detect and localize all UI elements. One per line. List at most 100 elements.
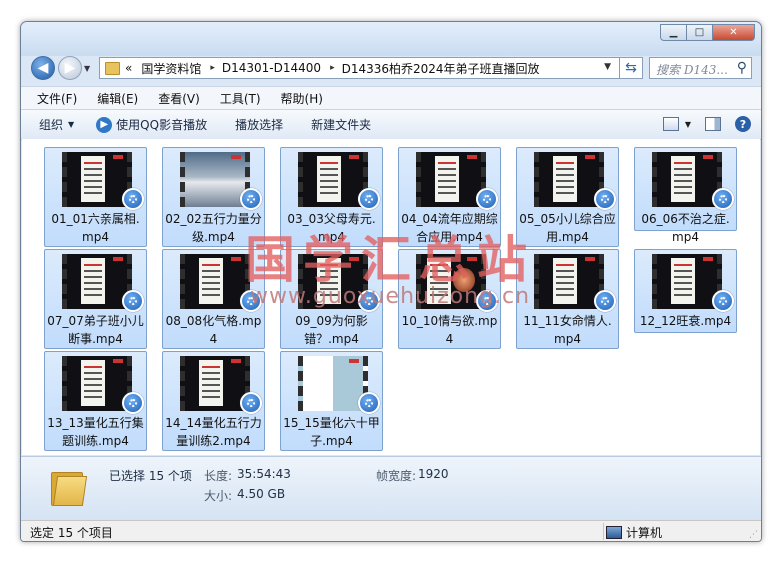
breadcrumb-separator[interactable]: ▸ [210,63,215,73]
menu-file[interactable]: 文件(F) [37,90,77,107]
qq-player-badge-icon [122,392,144,414]
qq-player-badge-icon [358,188,380,210]
qq-player-badge-icon [122,290,144,312]
details-selected-count: 已选择 15 个项 [109,469,192,483]
qq-player-badge-icon [476,290,498,312]
resize-grip-icon[interactable]: ⋰ [749,530,758,540]
help-icon[interactable]: ? [735,116,751,132]
qq-player-badge-icon [594,290,616,312]
qq-player-badge-icon [358,290,380,312]
chevron-down-icon[interactable]: ▼ [685,120,691,129]
preview-pane-icon[interactable] [705,117,721,131]
file-name: 11_11女命情人.mp4 [523,314,612,346]
qq-player-badge-icon [712,188,734,210]
qq-player-badge-icon [122,188,144,210]
file-item[interactable]: 07_07弟子班小儿断事.mp4 [44,249,147,349]
breadcrumb-separator[interactable]: ▸ [330,63,335,73]
history-dropdown-icon[interactable]: ▼ [84,64,90,73]
file-name: 15_15量化六十甲子.mp4 [283,416,380,448]
file-item[interactable]: 03_03父母寿元.mp4 [280,147,383,247]
file-item[interactable]: 02_02五行力量分级.mp4 [162,147,265,247]
menu-tools[interactable]: 工具(T) [220,90,261,107]
details-size-value: 4.50 GB [237,487,286,501]
chevron-down-icon: ▼ [68,120,75,129]
qq-player-badge-icon [476,188,498,210]
explorer-window: ▁ □ ✕ ◀ ▶ ▼ « 国学资料馆 ▸ D14301-D14400 ▸ D1… [20,21,762,542]
change-view-icon[interactable] [662,117,679,131]
qq-player-badge-icon [240,290,262,312]
breadcrumb-item[interactable]: 国学资料馆 [141,60,201,77]
file-name: 09_09为何影错？.mp4 [295,314,368,346]
search-input[interactable]: 搜索 D143... ⚲ [649,57,752,79]
new-folder-button[interactable]: 新建文件夹 [311,116,371,133]
search-icon[interactable]: ⚲ [737,60,747,76]
file-item[interactable]: 14_14量化五行力量训练2.mp4 [162,351,265,451]
folder-icon [49,468,88,506]
play-with-qq-button[interactable]: ▶ 使用QQ影音播放 [96,116,207,133]
menu-help[interactable]: 帮助(H) [281,90,323,107]
file-name: 07_07弟子班小儿断事.mp4 [47,314,144,346]
details-pane: 已选择 15 个项 长度: 35:54:43 大小: 4.50 GB 帧宽度: … [21,456,761,521]
back-button[interactable]: ◀ [31,56,55,80]
details-frame-width-label: 帧宽度: [376,469,417,483]
file-item[interactable]: 09_09为何影错？.mp4 [280,249,383,349]
close-button[interactable]: ✕ [712,24,755,41]
play-with-qq-label: 使用QQ影音播放 [116,118,208,132]
window-controls: ▁ □ ✕ [660,24,755,42]
toolbar-right: ▼ ? [649,116,751,132]
qq-player-badge-icon [240,392,262,414]
search-placeholder: 搜索 D143... [656,63,728,77]
details-size-label: 大小: [204,489,233,503]
breadcrumb-item[interactable]: D14336柏乔2024年弟子班直播回放 [342,60,540,77]
breadcrumb-item[interactable]: D14301-D14400 [222,61,321,75]
file-name: 02_02五行力量分级.mp4 [165,212,262,244]
file-item[interactable]: 12_12旺衰.mp4 [634,249,737,333]
file-item[interactable]: 08_08化气格.mp4 [162,249,265,349]
computer-zone: 计算机 [606,524,662,541]
organize-label: 组织 [39,118,64,132]
breadcrumb-overflow[interactable]: « [125,61,132,75]
play-selection-button[interactable]: 播放选择 [235,116,283,133]
maximize-button[interactable]: □ [686,24,712,41]
file-name: 05_05小儿综合应用.mp4 [519,212,616,244]
details-length-value: 35:54:43 [237,467,291,481]
address-bar[interactable]: « 国学资料馆 ▸ D14301-D14400 ▸ D14336柏乔2024年弟… [99,57,620,79]
file-name: 06_06不治之症.mp4 [641,212,730,244]
title-bar: ▁ □ ✕ [21,22,761,56]
file-name: 12_12旺衰.mp4 [639,314,732,328]
minimize-button[interactable]: ▁ [660,24,686,41]
details-length-label: 长度: [204,469,233,483]
file-item[interactable]: 01_01六亲属相.mp4 [44,147,147,247]
file-name: 14_14量化五行力量训练2.mp4 [165,416,262,448]
file-name: 13_13量化五行集题训练.mp4 [47,416,144,448]
qq-player-badge-icon [358,392,380,414]
address-dropdown-icon[interactable]: ▼ [604,62,611,72]
details-frame-width-value: 1920 [418,467,449,481]
menu-bar: 文件(F) 编辑(E) 查看(V) 工具(T) 帮助(H) [21,86,761,109]
file-item[interactable]: 04_04流年应期综合应用.mp4 [398,147,501,247]
file-item[interactable]: 05_05小儿综合应用.mp4 [516,147,619,247]
status-bar: 选定 15 个项目 计算机 ⋰ [21,520,761,541]
command-bar: 组织 ▼ ▶ 使用QQ影音播放 播放选择 新建文件夹 ▼ ? [21,109,761,140]
file-item[interactable]: 06_06不治之症.mp4 [634,147,737,244]
qq-player-badge-icon [240,188,262,210]
file-name: 10_10情与欲.mp4 [401,314,498,346]
computer-label: 计算机 [626,526,663,540]
file-name: 08_08化气格.mp4 [165,314,262,346]
file-name: 01_01六亲属相.mp4 [51,212,140,244]
refresh-button[interactable]: ⇆ [619,57,643,79]
status-text: 选定 15 个项目 [30,526,113,540]
file-item[interactable]: 15_15量化六十甲子.mp4 [280,351,383,451]
qq-player-badge-icon [594,188,616,210]
menu-edit[interactable]: 编辑(E) [97,90,138,107]
forward-button[interactable]: ▶ [58,56,82,80]
file-item[interactable]: 10_10情与欲.mp4 [398,249,501,349]
file-name: 04_04流年应期综合应用.mp4 [401,212,498,244]
menu-view[interactable]: 查看(V) [158,90,200,107]
organize-button[interactable]: 组织 ▼ [39,116,74,133]
folder-icon [105,61,120,75]
file-item[interactable]: 11_11女命情人.mp4 [516,249,619,349]
qq-player-icon: ▶ [96,116,113,133]
file-item[interactable]: 13_13量化五行集题训练.mp4 [44,351,147,451]
file-list: 01_01六亲属相.mp4 02_02五行力量分级.mp4 03_03父母寿元.mp… [22,139,760,455]
